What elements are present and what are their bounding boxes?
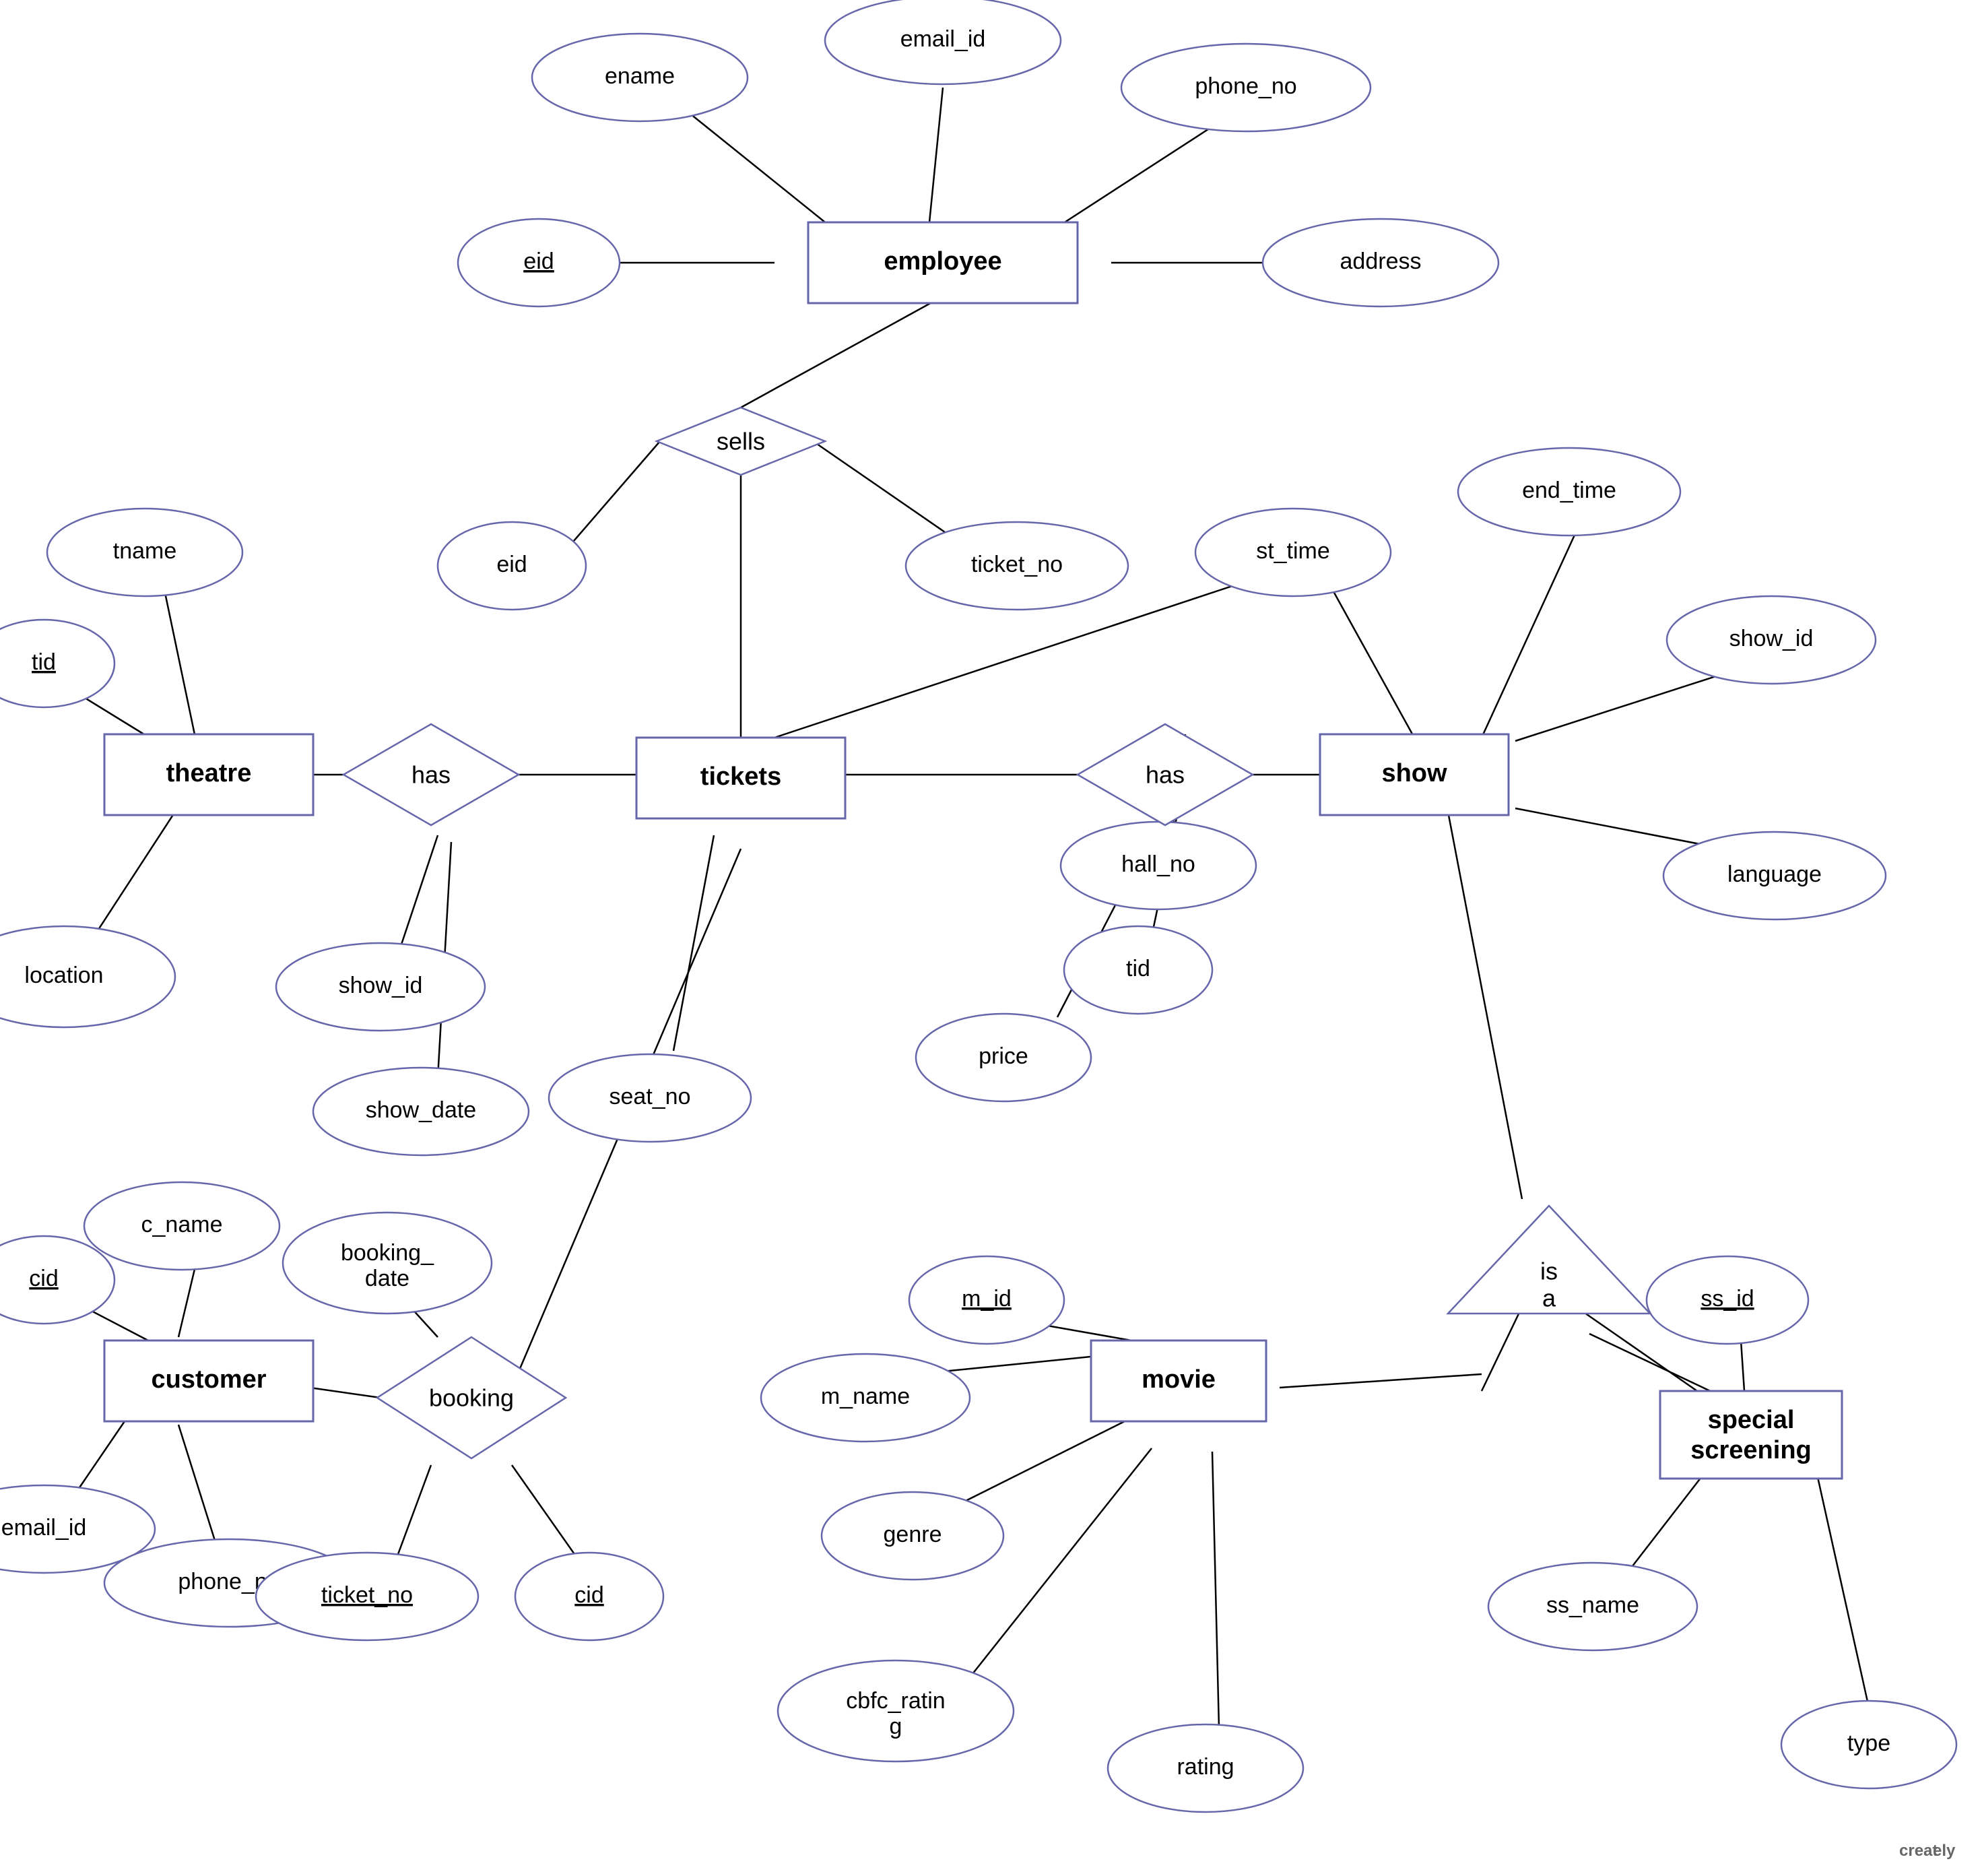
attr-cbfc-rating-label: cbfc_ratin xyxy=(846,1688,945,1714)
attr-show-id-show-label: show_id xyxy=(1729,626,1814,651)
attr-booking-date-label: booking_ xyxy=(341,1240,434,1266)
attr-st-time-label: st_time xyxy=(1256,538,1330,564)
relation-is-a-label: is xyxy=(1540,1258,1558,1285)
entity-special-screening xyxy=(1660,1391,1842,1479)
attr-cid-booking-label: cid xyxy=(574,1582,603,1608)
svg-text:g: g xyxy=(890,1714,902,1739)
attr-phone-no-emp-label: phone_no xyxy=(1195,73,1296,99)
entity-employee-label: employee xyxy=(884,247,1001,276)
relation-booking-label: booking xyxy=(429,1384,514,1412)
entity-customer-label: customer xyxy=(151,1365,266,1394)
attr-type-label: type xyxy=(1847,1731,1890,1756)
entity-show-label: show xyxy=(1381,759,1447,787)
watermark: creat xyxy=(1899,1842,1938,1860)
attr-show-id-has-label: show_id xyxy=(339,973,423,998)
er-diagram: employee theatre tickets show customer m… xyxy=(0,0,1980,1873)
relation-sells-label: sells xyxy=(717,428,765,455)
entity-tickets-label: tickets xyxy=(700,763,781,791)
attr-ticket-no-sells-label: ticket_no xyxy=(971,552,1063,577)
attr-ss-id-label: ss_id xyxy=(1701,1286,1754,1312)
attr-hall-no-label: hall_no xyxy=(1121,851,1195,877)
svg-text:a: a xyxy=(1542,1285,1556,1312)
attr-ticket-no-booking-label: ticket_no xyxy=(321,1582,413,1608)
attr-genre-label: genre xyxy=(884,1522,942,1547)
attr-eid-emp-label: eid xyxy=(523,249,554,274)
attr-tname-label: tname xyxy=(113,538,177,564)
attr-c-name-label: c_name xyxy=(141,1212,223,1237)
attr-email-id-cust-label: email_id xyxy=(1,1515,87,1541)
relation-has-right-label: has xyxy=(1146,761,1185,789)
watermark-2: ely xyxy=(1933,1842,1956,1860)
entity-theatre-label: theatre xyxy=(166,759,252,787)
attr-language-label: language xyxy=(1727,862,1822,887)
attr-tid-theatre xyxy=(0,620,114,707)
attr-end-time-label: end_time xyxy=(1522,478,1616,503)
svg-text:date: date xyxy=(365,1266,409,1291)
attr-email-id-emp-label: email_id xyxy=(900,26,986,52)
attr-tid-theatre-label: tid xyxy=(32,649,56,675)
attr-m-id-label: m_id xyxy=(962,1286,1012,1312)
attr-price-label: price xyxy=(979,1043,1028,1069)
relation-has-left-label: has xyxy=(411,761,451,789)
attr-ss-name-label: ss_name xyxy=(1546,1592,1639,1618)
attr-address-label: address xyxy=(1340,249,1422,274)
svg-text:screening: screening xyxy=(1690,1436,1812,1464)
attr-rating-label: rating xyxy=(1177,1754,1234,1780)
attr-m-name-label: m_name xyxy=(821,1384,910,1409)
entity-movie-label: movie xyxy=(1142,1365,1216,1394)
attr-location-label: location xyxy=(24,963,103,988)
attr-ename-label: ename xyxy=(605,63,675,89)
attr-seat-no-label: seat_no xyxy=(609,1084,691,1109)
entity-special-screening-label: special xyxy=(1708,1406,1795,1434)
attr-eid-sells-label: eid xyxy=(496,552,527,577)
attr-show-date-label: show_date xyxy=(366,1097,476,1123)
attr-cid-customer-label: cid xyxy=(29,1266,58,1291)
attr-tid-tickets-label: tid xyxy=(1126,956,1150,981)
